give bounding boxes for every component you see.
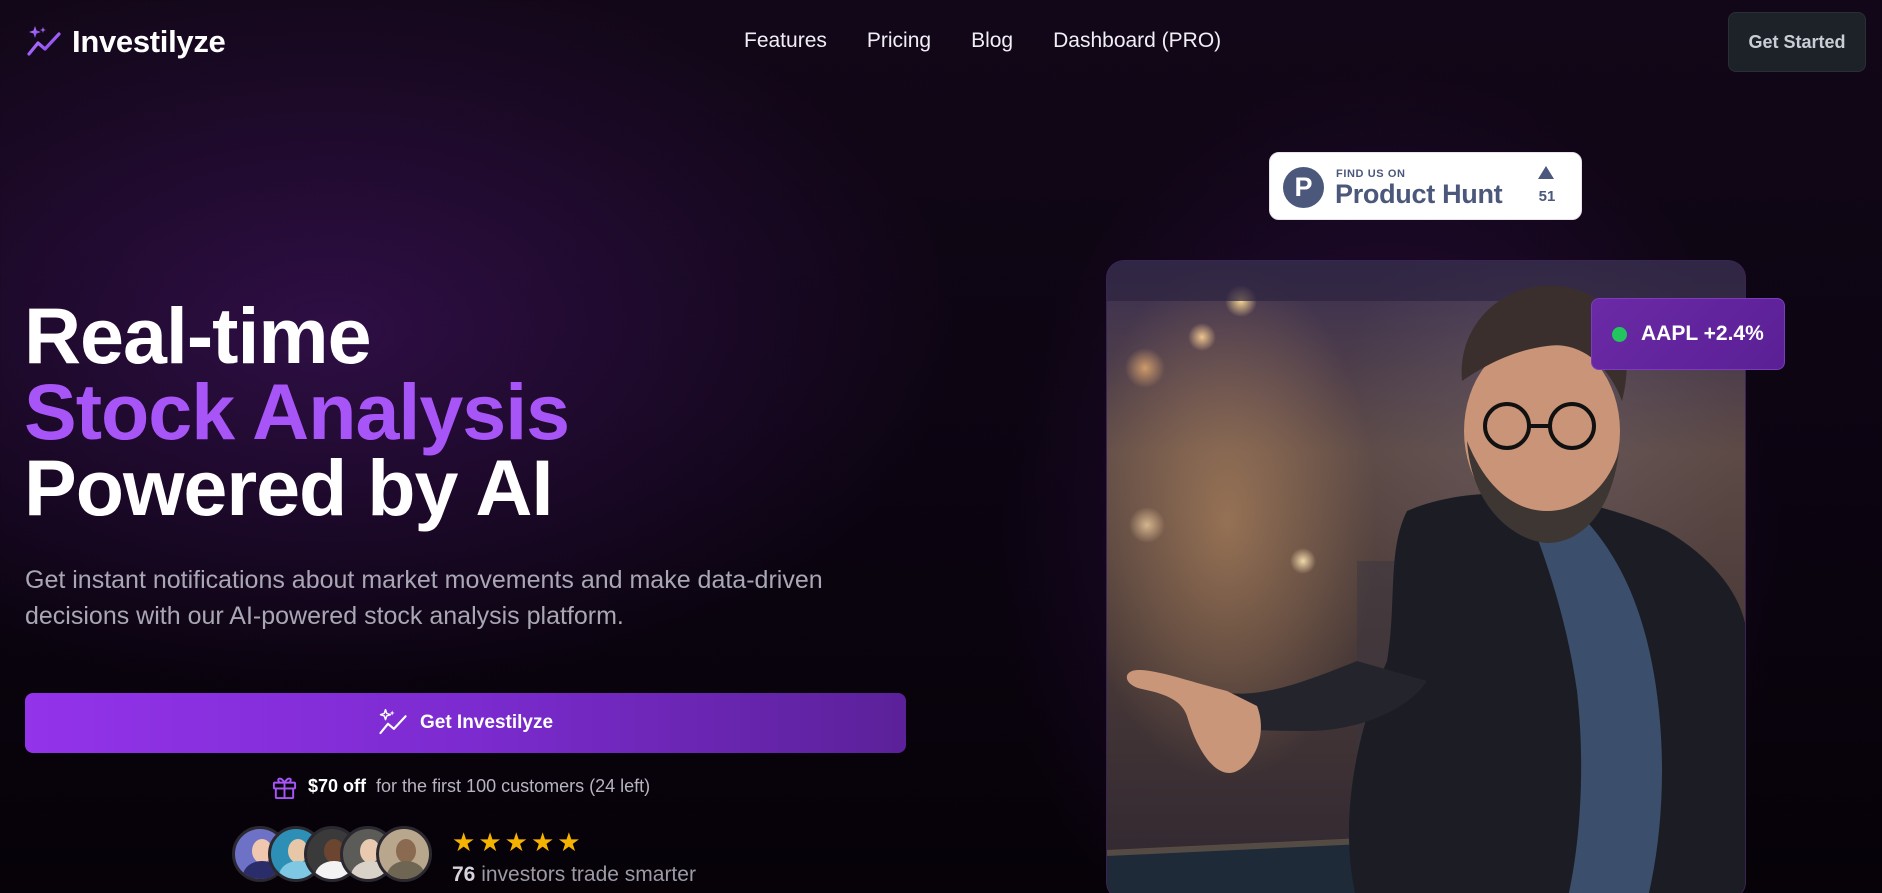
nav-link-pricing[interactable]: Pricing <box>867 29 931 53</box>
star-icon: ★ <box>557 827 581 857</box>
sparkle-chart-icon <box>379 708 407 735</box>
star-icon: ★ <box>478 827 502 857</box>
top-navbar: Investilyze Features Pricing Blog Dashbo… <box>0 0 1882 84</box>
gift-icon <box>272 777 297 800</box>
nav-link-blog[interactable]: Blog <box>971 29 1013 53</box>
ticker-badge: AAPL +2.4% <box>1591 298 1785 370</box>
investor-avatars <box>232 826 432 882</box>
offer-amount: $70 off <box>308 776 367 796</box>
star-icon: ★ <box>504 827 528 857</box>
headline-line-1: Real-time <box>24 291 372 380</box>
investor-count-text: 76 investors trade smarter <box>452 863 696 887</box>
star-icon: ★ <box>530 827 555 857</box>
hero-headline: Real-time Stock Analysis Powered by AI <box>24 291 570 532</box>
product-hunt-badge[interactable]: P FIND US ON Product Hunt 51 <box>1269 152 1582 220</box>
status-dot-icon <box>1612 326 1627 342</box>
product-hunt-title: Product Hunt <box>1335 179 1503 209</box>
cta-label: Get Investilyze <box>419 712 554 733</box>
star-icon: ★ <box>452 827 476 857</box>
sparkle-chart-icon <box>27 26 61 56</box>
investor-label: investors trade smarter <box>481 863 696 886</box>
get-investilyze-button[interactable]: Get Investilyze <box>25 693 906 753</box>
investor-count: 76 <box>452 863 476 886</box>
ticker-text: AAPL +2.4% <box>1641 322 1764 345</box>
product-hunt-logo-icon: P <box>1283 167 1324 208</box>
headline-accent: Stock Analysis <box>24 367 570 456</box>
upvote-arrow-icon <box>1538 166 1554 179</box>
discount-offer: $70 off for the first 100 customers (24 … <box>271 773 650 800</box>
rating: ★ ★ ★ ★ ★ 76 investors trade smarter <box>452 829 696 887</box>
star-rating: ★ ★ ★ ★ ★ <box>452 829 696 855</box>
brand-name: Investilyze <box>72 24 226 59</box>
get-started-button[interactable]: Get Started <box>1728 12 1866 72</box>
social-proof: ★ ★ ★ ★ ★ 76 investors trade smarter <box>232 826 696 887</box>
nav-link-dashboard[interactable]: Dashboard (PRO) <box>1053 29 1221 53</box>
upvote-count: 51 <box>1538 188 1556 205</box>
avatar <box>376 826 432 882</box>
hero-subtext: Get instant notifications about market m… <box>25 566 823 630</box>
nav-link-features[interactable]: Features <box>744 29 827 53</box>
headline-line-3: Powered by AI <box>24 443 553 532</box>
nav-links: Features Pricing Blog Dashboard (PRO) <box>744 29 1221 53</box>
brand-logo[interactable]: Investilyze <box>26 24 226 60</box>
offer-details: for the first 100 customers (24 left) <box>376 776 651 796</box>
